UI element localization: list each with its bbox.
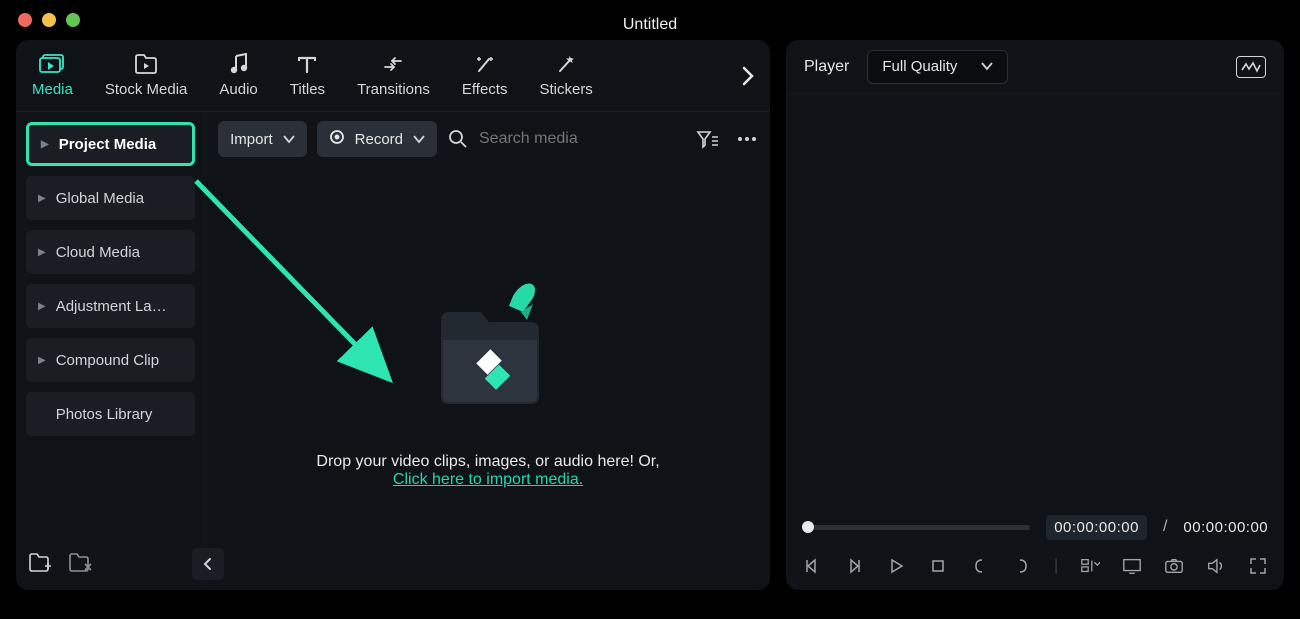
screen-display-button[interactable] (1122, 556, 1142, 576)
total-time: 00:00:00:00 (1183, 519, 1268, 536)
media-toolbar: Import Record (206, 112, 770, 166)
sidebar-footer (28, 548, 224, 580)
current-time: 00:00:00:00 (1046, 515, 1147, 540)
import-media-link[interactable]: Click here to import media. (393, 471, 583, 488)
window-title: Untitled (0, 16, 1300, 34)
quality-value: Full Quality (882, 58, 957, 75)
sidebar-item-label: Cloud Media (56, 244, 140, 261)
snapshot-button[interactable] (1236, 56, 1266, 78)
sidebar-item-photos-library[interactable]: ▶ Photos Library (26, 392, 195, 436)
tab-media[interactable]: Media (32, 53, 73, 98)
waveform-icon (1241, 61, 1261, 73)
search-input[interactable] (479, 130, 686, 148)
playback-controls: | (802, 556, 1268, 576)
tab-stickers[interactable]: Stickers (539, 53, 592, 98)
record-icon (329, 129, 345, 149)
tab-titles[interactable]: Titles (290, 53, 325, 98)
tab-label: Audio (219, 81, 257, 98)
sidebar-item-adjustment-layer[interactable]: ▶ Adjustment La… (26, 284, 195, 328)
audio-icon (225, 53, 253, 75)
transitions-icon (379, 53, 407, 75)
titles-icon (293, 53, 321, 75)
stop-button[interactable] (928, 556, 948, 576)
folder-illustration (423, 268, 553, 423)
tab-stock-media[interactable]: Stock Media (105, 53, 188, 98)
disclosure-triangle-icon: ▶ (38, 301, 46, 312)
mark-out-button[interactable] (1012, 556, 1032, 576)
top-tabs: Media Stock Media Audio Titles (16, 40, 770, 112)
disclosure-triangle-icon: ▶ (38, 193, 46, 204)
effects-icon (471, 53, 499, 75)
prev-frame-button[interactable] (802, 556, 822, 576)
sidebar-item-cloud-media[interactable]: ▶ Cloud Media (26, 230, 195, 274)
disclosure-triangle-icon: ▶ (38, 355, 46, 366)
import-button[interactable]: Import (218, 121, 307, 157)
quality-select[interactable]: Full Quality (867, 50, 1008, 84)
next-frame-button[interactable] (844, 556, 864, 576)
tab-label: Titles (290, 81, 325, 98)
stock-media-icon (132, 53, 160, 75)
time-separator: / (1163, 518, 1167, 536)
filter-button[interactable] (696, 128, 718, 150)
drop-zone-text: Drop your video clips, images, or audio … (316, 453, 659, 489)
tab-label: Transitions (357, 81, 430, 98)
new-folder-button[interactable] (28, 552, 52, 576)
seek-slider[interactable] (802, 525, 1030, 530)
fullscreen-button[interactable] (1248, 556, 1268, 576)
tabs-scroll-right-button[interactable] (734, 62, 762, 90)
disclosure-triangle-icon: ▶ (38, 247, 46, 258)
player-label: Player (804, 58, 849, 76)
chevron-down-icon (981, 58, 993, 75)
player-viewport (786, 94, 1284, 500)
tab-label: Media (32, 81, 73, 98)
sidebar-item-compound-clip[interactable]: ▶ Compound Clip (26, 338, 195, 382)
tab-transitions[interactable]: Transitions (357, 53, 430, 98)
import-label: Import (230, 131, 273, 148)
transport-bar: 00:00:00:00 / 00:00:00:00 | (786, 500, 1284, 590)
titlebar: Untitled (0, 0, 1300, 40)
disclosure-triangle-icon: ▶ (41, 139, 49, 150)
tab-effects[interactable]: Effects (462, 53, 508, 98)
camera-snapshot-button[interactable] (1164, 556, 1184, 576)
tab-label: Stock Media (105, 81, 188, 98)
sidebar-item-label: Global Media (56, 190, 144, 207)
media-drop-zone[interactable]: Drop your video clips, images, or audio … (206, 166, 770, 590)
chevron-down-icon (413, 131, 425, 148)
tab-audio[interactable]: Audio (219, 53, 257, 98)
tab-label: Stickers (539, 81, 592, 98)
mark-in-button[interactable] (970, 556, 990, 576)
stickers-icon (552, 53, 580, 75)
chevron-down-icon (283, 131, 295, 148)
drop-zone-line1: Drop your video clips, images, or audio … (316, 453, 659, 471)
seek-thumb[interactable] (802, 521, 814, 533)
player-header: Player Full Quality (786, 40, 1284, 94)
sidebar-item-global-media[interactable]: ▶ Global Media (26, 176, 195, 220)
sidebar-item-label: Photos Library (56, 406, 153, 423)
sidebar-item-label: Adjustment La… (56, 298, 167, 315)
media-panel: Media Stock Media Audio Titles (16, 40, 770, 590)
tab-label: Effects (462, 81, 508, 98)
annotation-arrow-icon (186, 171, 426, 401)
play-button[interactable] (886, 556, 906, 576)
sidebar-item-project-media[interactable]: ▶ Project Media (26, 122, 195, 166)
media-icon (38, 53, 66, 75)
more-options-button[interactable] (736, 128, 758, 150)
search-icon (447, 128, 469, 150)
sidebar-item-label: Compound Clip (56, 352, 159, 369)
delete-folder-button[interactable] (68, 552, 92, 576)
volume-button[interactable] (1206, 556, 1226, 576)
display-options-button[interactable] (1080, 556, 1100, 576)
record-button[interactable]: Record (317, 121, 437, 157)
sidebar-item-label: Project Media (59, 136, 157, 153)
media-sidebar: ▶ Project Media ▶ Global Media ▶ Cloud M… (16, 112, 206, 590)
player-panel: Player Full Quality 00:00:00:00 / 00:00:… (786, 40, 1284, 590)
record-label: Record (355, 131, 403, 148)
media-content-area: Import Record (206, 112, 770, 590)
